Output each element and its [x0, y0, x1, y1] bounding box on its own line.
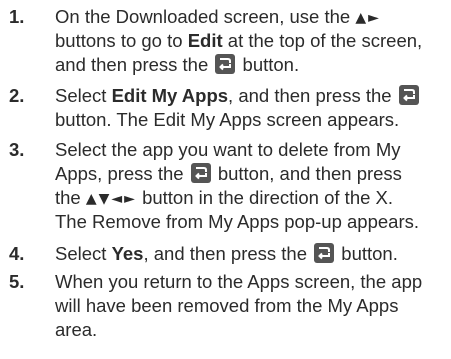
- enter-button-icon: [398, 85, 419, 105]
- step-line: will have been removed from the My Apps: [55, 294, 447, 318]
- step-number: 1.: [9, 6, 25, 27]
- text-segment: will have been removed from the My Apps: [55, 295, 399, 316]
- step-line: When you return to the Apps screen, the …: [55, 270, 447, 294]
- text-segment: , and then press the: [143, 243, 313, 264]
- text-segment: button.: [237, 54, 300, 75]
- step-number: 3.: [9, 139, 25, 160]
- step-line: the ▲▼◄► button in the direction of the …: [55, 186, 447, 210]
- edit-my-apps-label: Edit My Apps: [111, 85, 229, 106]
- step-number: 4.: [9, 243, 25, 264]
- step-text: Select Edit My Apps, and then press the …: [55, 84, 447, 132]
- text-segment: at the top of the screen,: [222, 30, 423, 51]
- text-segment: Apps, press the: [55, 163, 189, 184]
- text-segment: The Remove from My Apps pop-up appears.: [55, 211, 420, 232]
- text-segment: On the Downloaded screen, use the: [55, 6, 356, 27]
- step-line: On the Downloaded screen, use the ▲►: [55, 5, 447, 29]
- text-segment: and then press the: [55, 54, 214, 75]
- enter-button-icon: [190, 163, 211, 183]
- text-segment: button in the direction of the X.: [136, 187, 394, 208]
- step-line: Select Yes, and then press the button.: [55, 242, 447, 266]
- text-segment: Select the app you want to delete from M…: [55, 139, 401, 160]
- text-segment: button, and then press: [212, 163, 402, 184]
- text-segment: area.: [55, 319, 98, 340]
- arrow-buttons-icon: ▲▼◄►: [85, 191, 137, 207]
- text-segment: button.: [336, 243, 398, 264]
- step-line: button. The Edit My Apps screen appears.: [55, 108, 447, 132]
- text-segment: buttons to go to: [55, 30, 188, 51]
- enter-button-icon: [314, 243, 335, 263]
- text-segment: button. The Edit My Apps screen appears.: [55, 109, 400, 130]
- step-line: Select the app you want to delete from M…: [55, 138, 447, 162]
- step-line: buttons to go to Edit at the top of the …: [55, 29, 447, 53]
- step-line: Apps, press the button, and then press: [55, 162, 447, 186]
- step-line: Select Edit My Apps, and then press the: [55, 84, 447, 108]
- text-segment: Select: [55, 243, 112, 264]
- step-number: 5.: [9, 271, 25, 292]
- step-line: The Remove from My Apps pop-up appears.: [55, 210, 447, 234]
- step-line: and then press the button.: [55, 53, 447, 77]
- step-text: Select the app you want to delete from M…: [55, 138, 447, 234]
- step-line: area.: [55, 318, 447, 342]
- text-segment: , and then press the: [228, 85, 397, 106]
- text-segment: When you return to the Apps screen, the …: [55, 271, 423, 292]
- yes-label: Yes: [111, 243, 144, 264]
- edit-label: Edit: [187, 30, 223, 51]
- step-text: When you return to the Apps screen, the …: [55, 270, 447, 342]
- enter-button-icon: [215, 54, 236, 74]
- step-text: On the Downloaded screen, use the ▲► but…: [55, 5, 447, 77]
- arrow-buttons-icon: ▲►: [355, 10, 381, 26]
- step-number: 2.: [9, 85, 25, 106]
- step-text: Select Yes, and then press the button.: [55, 242, 447, 266]
- text-segment: Select: [55, 85, 112, 106]
- text-segment: the: [55, 187, 86, 208]
